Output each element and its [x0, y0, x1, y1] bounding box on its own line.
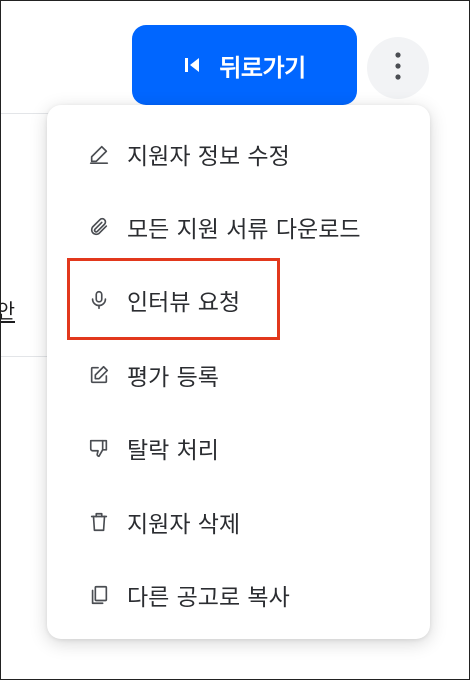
menu-item-delete-applicant[interactable]: 지원자 삭제 [47, 485, 430, 559]
edit-square-icon [87, 363, 111, 387]
menu-item-label: 인터뷰 요청 [127, 290, 241, 316]
thumbs-down-icon [87, 436, 111, 460]
background-partial-label[interactable]: 안 [1, 295, 15, 324]
copy-icon [87, 583, 111, 607]
menu-item-label: 탈락 처리 [127, 438, 219, 464]
paperclip-icon [87, 215, 111, 239]
menu-item-reject[interactable]: 탈락 처리 [47, 411, 430, 485]
menu-item-edit-applicant[interactable]: 지원자 정보 수정 [47, 117, 430, 191]
menu-item-request-interview[interactable]: 인터뷰 요청 [47, 263, 430, 337]
menu-item-copy-to-other-job[interactable]: 다른 공고로 복사 [47, 558, 430, 632]
menu-item-download-documents[interactable]: 모든 지원 서류 다운로드 [47, 190, 430, 264]
menu-item-label: 평가 등록 [127, 365, 219, 391]
menu-item-label: 다른 공고로 복사 [127, 585, 290, 611]
menu-item-label: 지원자 삭제 [127, 512, 241, 538]
more-options-button[interactable] [367, 37, 429, 99]
skip-back-icon [183, 56, 201, 74]
menu-item-register-evaluation[interactable]: 평가 등록 [47, 338, 430, 412]
microphone-icon [87, 288, 111, 312]
app-frame: 안 뒤로가기 지원자 정보 수정 [0, 0, 470, 680]
back-button[interactable]: 뒤로가기 [132, 25, 357, 105]
trash-icon [87, 510, 111, 534]
pencil-icon [87, 142, 111, 166]
menu-item-label: 지원자 정보 수정 [127, 144, 290, 170]
dropdown-menu: 지원자 정보 수정 모든 지원 서류 다운로드 인터뷰 요청 평가 등록 탈락 … [47, 105, 430, 639]
menu-item-label: 모든 지원 서류 다운로드 [127, 217, 361, 243]
more-vertical-icon [394, 51, 402, 85]
back-button-label: 뒤로가기 [219, 53, 306, 82]
